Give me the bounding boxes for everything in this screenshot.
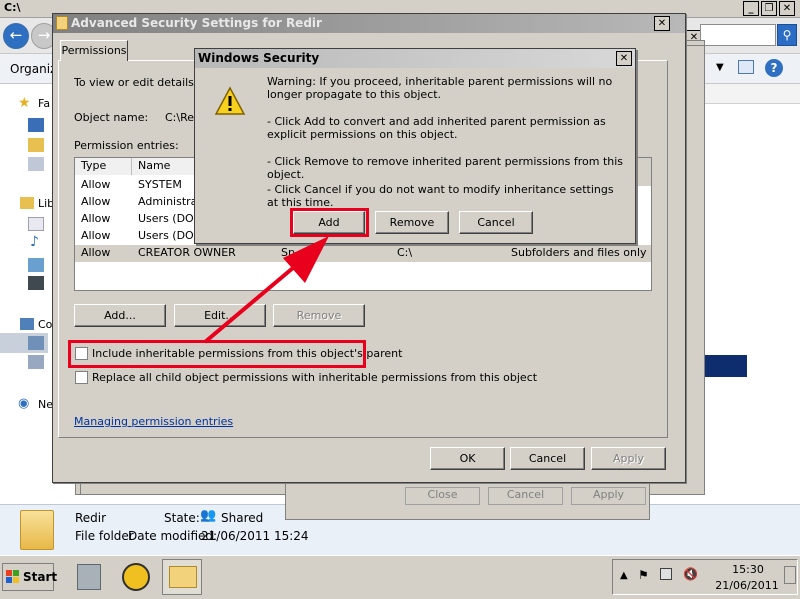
explorer-title: C:\ xyxy=(4,1,21,14)
apply-ghost-button[interactable]: Apply xyxy=(571,487,646,505)
folder-icon xyxy=(20,510,54,550)
taskbar-explorer[interactable] xyxy=(162,559,202,595)
windows-security-title: Windows Security xyxy=(198,51,320,65)
column-header-strip xyxy=(705,84,800,104)
computer-icon xyxy=(20,318,34,330)
advanced-close-button[interactable]: ✕ xyxy=(654,16,670,31)
security-cancel-button[interactable]: Cancel xyxy=(459,211,533,234)
managing-permissions-link[interactable]: Managing permission entries xyxy=(74,415,233,428)
network-tray-icon[interactable] xyxy=(660,568,672,580)
view-dropdown-icon[interactable]: ▼ xyxy=(716,62,724,73)
replace-child-label[interactable]: Replace all child object permissions wit… xyxy=(92,371,537,384)
add-button-highlight xyxy=(290,208,369,237)
videos-icon xyxy=(28,276,44,290)
volume-muted-icon[interactable]: 🔇 xyxy=(683,567,698,581)
cancel-ghost-button[interactable]: Cancel xyxy=(488,487,563,505)
show-desktop-button[interactable] xyxy=(784,566,796,584)
details-name: Redir xyxy=(75,511,107,525)
row-name: CREATOR OWNER xyxy=(138,246,236,259)
details-state-label: State: xyxy=(164,511,200,525)
folder-title-icon xyxy=(56,16,68,30)
column-type[interactable]: Type xyxy=(75,158,132,175)
advanced-security-titlebar: Advanced Security Settings for Redir xyxy=(53,14,685,33)
remove-entry-button[interactable]: Remove xyxy=(273,304,365,327)
explorer-folder-icon xyxy=(169,566,197,588)
warning-text: Warning: If you proceed, inheritable par… xyxy=(267,75,613,101)
show-hidden-icons-icon[interactable]: ▲ xyxy=(620,570,628,581)
close-ghost-button[interactable]: Close xyxy=(405,487,480,505)
permission-entries-label: Permission entries: xyxy=(74,139,179,152)
close-button[interactable]: ✕ xyxy=(779,1,795,16)
row-type: Allow xyxy=(81,229,111,242)
ok-button[interactable]: OK xyxy=(430,447,505,470)
taskbar-disk-tool[interactable] xyxy=(115,559,155,595)
local-disk-icon xyxy=(28,336,44,350)
intro-text: To view or edit details for xyxy=(74,76,213,89)
object-name-value: C:\Re xyxy=(165,111,195,124)
desktop-icon xyxy=(28,118,44,132)
apply-button[interactable]: Apply xyxy=(591,447,666,470)
details-state-value: Shared xyxy=(221,511,264,525)
nav-favorites-label[interactable]: Fa xyxy=(38,97,50,110)
warning-icon xyxy=(214,86,246,115)
cancel-button[interactable]: Cancel xyxy=(510,447,585,470)
list-scrollbar[interactable] xyxy=(636,158,651,186)
windows-security-titlebar: Windows Security xyxy=(195,49,635,68)
add-entry-button[interactable]: Add... xyxy=(74,304,166,327)
row-type: Allow xyxy=(81,246,111,259)
remove-instruction-text: - Click Remove to remove inherited paren… xyxy=(267,155,624,181)
help-icon[interactable]: ? xyxy=(765,59,783,77)
taskbar-server-manager[interactable] xyxy=(68,559,108,595)
object-name-label: Object name: xyxy=(74,111,149,124)
documents-icon xyxy=(28,217,44,231)
windows-logo-icon xyxy=(6,570,19,583)
nav-network-label[interactable]: Ne xyxy=(38,398,53,411)
replace-child-checkbox[interactable] xyxy=(75,371,88,384)
recent-places-icon xyxy=(28,157,44,171)
row-permission: Sp xyxy=(281,246,295,259)
disk-tool-icon xyxy=(122,563,150,591)
nav-computer-label[interactable]: Co xyxy=(38,318,52,331)
server-manager-icon xyxy=(77,564,101,590)
table-row-selected[interactable]: Allow CREATOR OWNER Sp C:\ Subfolders an… xyxy=(75,245,651,262)
pictures-icon xyxy=(28,258,44,272)
checkbox-highlight xyxy=(68,340,366,368)
security-remove-button[interactable]: Remove xyxy=(375,211,449,234)
network-drive-icon xyxy=(28,355,44,369)
security-close-button[interactable]: ✕ xyxy=(616,51,632,66)
row-apply-to: Subfolders and files only xyxy=(511,246,647,259)
preview-pane-icon[interactable] xyxy=(738,60,754,74)
search-input[interactable] xyxy=(700,24,776,46)
shared-users-icon: 👥 xyxy=(200,508,217,523)
details-type: File folder xyxy=(75,529,134,543)
clock-time[interactable]: 15:30 xyxy=(728,563,768,576)
back-arrow-icon[interactable]: ← xyxy=(3,23,29,49)
downloads-icon xyxy=(28,138,44,152)
row-type: Allow xyxy=(81,212,111,225)
search-icon[interactable]: ⚲ xyxy=(777,24,797,46)
details-date-value: 21/06/2011 15:24 xyxy=(201,529,309,543)
network-icon: ◉ xyxy=(18,396,30,411)
selected-item-highlight xyxy=(705,355,747,377)
tab-permissions[interactable]: Permissions xyxy=(60,40,128,61)
row-type: Allow xyxy=(81,178,111,191)
cancel-instruction-text: - Click Cancel if you do not want to mod… xyxy=(267,183,614,209)
music-icon: ♪ xyxy=(30,234,39,250)
libraries-icon xyxy=(20,197,34,209)
favorites-star-icon: ★ xyxy=(18,95,31,111)
minimize-button[interactable]: _ xyxy=(743,1,759,16)
advanced-security-title: Advanced Security Settings for Redir xyxy=(71,16,322,30)
edit-entry-button[interactable]: Edit... xyxy=(174,304,266,327)
row-inherited-from: C:\ xyxy=(397,246,413,259)
action-center-flag-icon[interactable]: ⚑ xyxy=(638,568,649,582)
file-list-area xyxy=(705,104,800,504)
add-instruction-text: - Click Add to convert and add inherited… xyxy=(267,115,606,141)
row-type: Allow xyxy=(81,195,111,208)
maximize-button[interactable]: ❐ xyxy=(761,1,777,16)
clock-date[interactable]: 21/06/2011 xyxy=(712,579,782,592)
